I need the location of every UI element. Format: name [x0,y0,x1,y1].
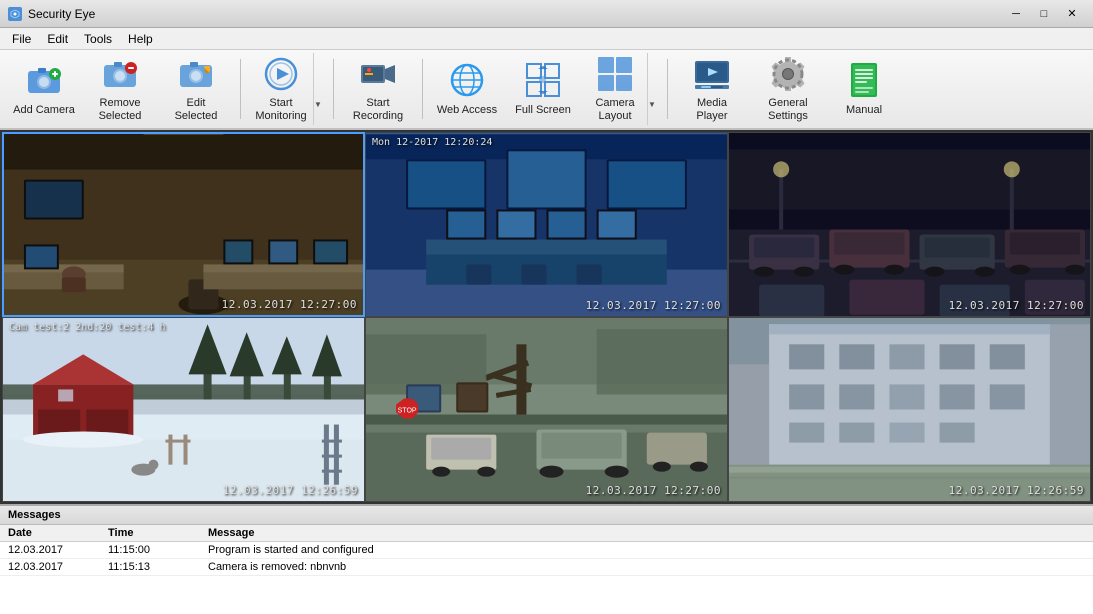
fullscreen-icon [523,60,563,100]
camera-3-timestamp: 12.03.2017 12:27:00 [949,299,1084,312]
title-bar: Security Eye ─ □ ✕ [0,0,1093,28]
camera-5-timestamp: 12.03.2017 12:27:00 [586,484,721,497]
add-camera-icon [24,60,64,100]
start-monitoring-button[interactable]: Start Monitoring [249,53,313,125]
camera-cell-4[interactable]: 12.03.2017 12:26:59 Cam test:2 2nd:20 te… [2,317,365,502]
message-row-2[interactable]: 12.03.2017 11:15:13 Camera is removed: n… [0,559,1093,576]
minimize-button[interactable]: ─ [1003,4,1029,24]
remove-selected-button[interactable]: Remove Selected [84,53,156,125]
maximize-button[interactable]: □ [1031,4,1057,24]
camera-4-header: Cam test:2 2nd:20 test:4 h [9,322,166,333]
title-bar-left: Security Eye [8,7,95,21]
camera-4-timestamp: 12.03.2017 12:26:59 [223,484,358,497]
media-player-icon [692,55,732,93]
msg1-time: 11:15:00 [108,544,208,556]
camera-cell-5[interactable]: STOP 12.03.2017 12:27:00 [365,317,728,502]
msg2-time: 11:15:13 [108,561,208,573]
messages-body: 12.03.2017 11:15:00 Program is started a… [0,542,1093,614]
media-player-button[interactable]: Media Player [676,53,748,125]
start-monitoring-group: Start Monitoring ▼ [249,53,325,125]
edit-selected-label: Edit Selected [165,97,227,123]
separator-3 [422,59,423,119]
col-date: Date [8,527,108,539]
msg1-date: 12.03.2017 [8,544,108,556]
msg1-text: Program is started and configured [208,544,1085,556]
messages-header: Messages [0,506,1093,525]
layout-arrow[interactable]: ▼ [647,53,659,125]
menu-file[interactable]: File [4,30,39,48]
manual-label: Manual [846,104,882,117]
messages-table-header: Date Time Message [0,525,1093,542]
separator-4 [667,59,668,119]
layout-icon [595,55,635,93]
svg-text:STOP: STOP [398,408,417,415]
edit-camera-icon [176,55,216,93]
web-access-label: Web Access [437,104,497,117]
start-recording-label: Start Recording [347,97,409,123]
separator-2 [333,59,334,119]
camera-2-header: Mon 12-2017 12:20:24 [372,137,492,148]
camera-cell-1[interactable]: 12.03.2017 12:27:00 [2,132,365,317]
separator-1 [240,59,241,119]
add-camera-label: Add Camera [13,104,75,117]
monitoring-icon [261,55,301,93]
messages-panel: Messages Date Time Message 12.03.2017 11… [0,504,1093,614]
col-message: Message [208,527,1085,539]
camera-layout-group: Camera Layout ▼ [583,53,659,125]
settings-icon [768,55,808,93]
camera-1-timestamp: 12.03.2017 12:27:00 [222,298,357,311]
remove-selected-label: Remove Selected [89,97,151,123]
menu-bar: File Edit Tools Help [0,28,1093,50]
web-access-icon [447,60,487,100]
start-monitoring-label: Start Monitoring [254,97,308,123]
col-time: Time [108,527,208,539]
full-screen-button[interactable]: Full Screen [507,53,579,125]
camera-6-timestamp: 12.03.2017 12:26:59 [949,484,1084,497]
camera-layout-button[interactable]: Camera Layout [583,53,647,125]
general-settings-button[interactable]: General Settings [752,53,824,125]
start-recording-button[interactable]: Start Recording [342,53,414,125]
msg2-text: Camera is removed: nbnvnb [208,561,1085,573]
media-player-label: Media Player [681,97,743,123]
add-camera-button[interactable]: Add Camera [8,53,80,125]
remove-camera-icon [100,55,140,93]
camera-cell-3[interactable]: 12.03.2017 12:27:00 [728,132,1091,317]
app-icon [8,7,22,21]
title-bar-controls: ─ □ ✕ [1003,4,1085,24]
recording-icon [358,55,398,93]
web-access-button[interactable]: Web Access [431,53,503,125]
msg2-date: 12.03.2017 [8,561,108,573]
camera-cell-6[interactable]: 12.03.2017 12:26:59 [728,317,1091,502]
monitoring-arrow[interactable]: ▼ [313,53,325,125]
camera-cell-2[interactable]: 12.03.2017 12:27:00 Mon 12-2017 12:20:24 [365,132,728,317]
camera-grid: 12.03.2017 12:27:00 [0,130,1093,504]
menu-tools[interactable]: Tools [76,30,120,48]
menu-help[interactable]: Help [120,30,161,48]
message-row-1[interactable]: 12.03.2017 11:15:00 Program is started a… [0,542,1093,559]
camera-2-timestamp: 12.03.2017 12:27:00 [586,299,721,312]
close-button[interactable]: ✕ [1059,4,1085,24]
full-screen-label: Full Screen [515,104,571,117]
general-settings-label: General Settings [757,97,819,123]
edit-selected-button[interactable]: Edit Selected [160,53,232,125]
menu-edit[interactable]: Edit [39,30,76,48]
manual-icon [844,60,884,100]
manual-button[interactable]: Manual [828,53,900,125]
toolbar: Add Camera Remove Selected [0,50,1093,130]
camera-layout-label: Camera Layout [588,97,642,123]
app-title: Security Eye [28,7,95,21]
